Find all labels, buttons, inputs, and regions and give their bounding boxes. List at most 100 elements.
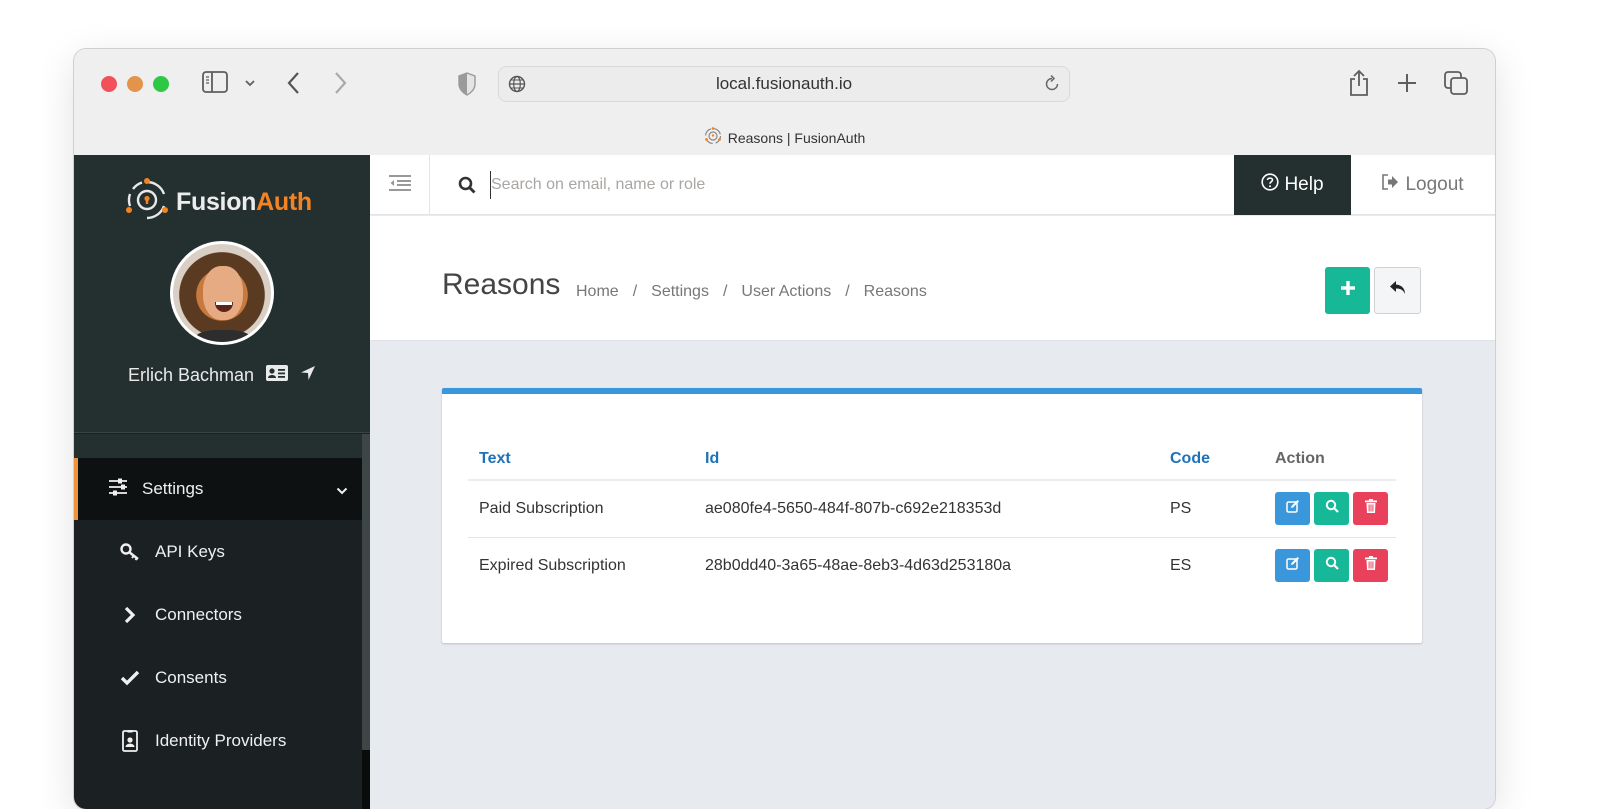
tab-overview-icon[interactable] [1444, 71, 1468, 95]
sidebar-header: FusionAuth Erlich Bachman [74, 155, 370, 433]
close-window-button[interactable] [101, 76, 117, 92]
delete-button[interactable] [1353, 492, 1388, 526]
trash-icon [1364, 499, 1377, 518]
cell-code: PS [1159, 480, 1264, 538]
column-header-action: Action [1264, 438, 1396, 481]
fusionauth-favicon-icon [704, 127, 722, 148]
browser-window: local.fusionauth.io Reasons | FusionAuth [74, 49, 1495, 809]
address-bar[interactable]: local.fusionauth.io [498, 66, 1070, 102]
chevron-down-icon[interactable] [244, 79, 256, 87]
sidebar: FusionAuth Erlich Bachman Settings API K… [74, 155, 370, 809]
breadcrumb: Home / Settings / User Actions / Reasons [576, 283, 927, 301]
active-tab[interactable]: Reasons | FusionAuth [74, 127, 1495, 148]
new-tab-icon[interactable] [1396, 72, 1418, 94]
sidebar-item-settings[interactable]: Settings [74, 458, 362, 520]
view-button[interactable] [1314, 492, 1349, 526]
breadcrumb-home[interactable]: Home [576, 283, 619, 301]
sidebar-item-api-keys[interactable]: API Keys [74, 520, 362, 583]
sidebar-toggle-icon[interactable] [202, 71, 228, 93]
column-header-text[interactable]: Text [468, 438, 694, 481]
sidebar-scrollbar-end [362, 750, 370, 809]
sidebar-nav: Settings API Keys Connectors Consents Id… [74, 434, 362, 809]
minimize-window-button[interactable] [127, 76, 143, 92]
sidebar-item-label: Consents [155, 667, 227, 687]
cell-actions [1264, 537, 1396, 594]
outdent-icon [388, 174, 411, 196]
reasons-table: Text Id Code Action Paid Subscription ae… [468, 438, 1396, 594]
breadcrumb-settings[interactable]: Settings [651, 283, 709, 301]
edit-button[interactable] [1275, 549, 1310, 583]
sidebar-item-connectors[interactable]: Connectors [74, 583, 362, 646]
fusionauth-logo-icon [124, 177, 170, 228]
sidebar-item-label: API Keys [155, 541, 225, 561]
id-card-icon[interactable] [266, 365, 289, 386]
table-row: Expired Subscription 28b0dd40-3a65-48ae-… [468, 537, 1396, 594]
help-button[interactable]: Help [1234, 155, 1351, 215]
user-name[interactable]: Erlich Bachman [128, 365, 254, 386]
user-info: Erlich Bachman [74, 365, 370, 386]
logout-label: Logout [1405, 174, 1464, 195]
browser-toolbar: local.fusionauth.io Reasons | FusionAuth [74, 49, 1495, 155]
sidebar-item-partial[interactable] [74, 434, 362, 458]
tab-title-text: Reasons | FusionAuth [727, 129, 866, 146]
reload-icon[interactable] [1043, 74, 1061, 99]
cell-id: ae080fe4-5650-484f-807b-c692e218353d [694, 480, 1159, 538]
reply-icon [1389, 281, 1406, 300]
add-reason-button[interactable] [1325, 267, 1370, 314]
fusionauth-logo[interactable]: FusionAuth [124, 177, 312, 228]
edit-button[interactable] [1275, 492, 1310, 526]
privacy-shield-icon[interactable] [457, 72, 477, 96]
cell-text: Expired Subscription [479, 556, 626, 574]
plus-icon [1340, 281, 1355, 300]
menu-toggle-button[interactable] [370, 155, 430, 215]
top-bar: Help Logout [370, 155, 1495, 215]
maximize-window-button[interactable] [153, 76, 169, 92]
location-arrow-icon[interactable] [300, 365, 316, 386]
back-button[interactable] [1374, 267, 1421, 314]
breadcrumb-reasons: Reasons [863, 283, 927, 300]
cell-actions [1264, 480, 1396, 538]
breadcrumb-separator: / [845, 283, 850, 300]
sidebar-scrollbar[interactable] [362, 434, 370, 750]
search-input[interactable] [490, 171, 1190, 199]
edit-icon [1285, 556, 1300, 575]
edit-icon [1285, 499, 1300, 518]
column-header-code[interactable]: Code [1159, 438, 1264, 481]
breadcrumb-separator: / [722, 283, 728, 300]
globe-icon [508, 75, 526, 98]
view-button[interactable] [1314, 549, 1349, 583]
breadcrumb-user-actions[interactable]: User Actions [741, 283, 831, 301]
url-text: local.fusionauth.io [715, 74, 853, 93]
reasons-panel: Text Id Code Action Paid Subscription ae… [442, 388, 1422, 643]
sidebar-item-label: Connectors [155, 604, 242, 624]
table-header-row: Text Id Code Action [468, 438, 1396, 481]
back-nav-icon[interactable] [286, 71, 300, 95]
sidebar-item-label: Settings [142, 479, 204, 498]
search-icon [458, 176, 476, 199]
help-label: Help [1284, 174, 1324, 195]
sidebar-item-identity-providers[interactable]: Identity Providers [74, 709, 362, 772]
key-icon [119, 542, 141, 561]
trash-icon [1364, 556, 1377, 575]
share-icon[interactable] [1348, 69, 1370, 97]
chevron-right-icon [119, 606, 141, 624]
avatar[interactable] [170, 241, 274, 345]
search-icon [1325, 556, 1339, 575]
fusionauth-wordmark: FusionAuth [176, 188, 312, 216]
delete-button[interactable] [1353, 549, 1388, 583]
cell-text: Paid Subscription [468, 480, 694, 538]
chevron-down-icon[interactable] [336, 480, 348, 500]
cell-id: 28b0dd40-3a65-48ae-8eb3-4d63d253180a [705, 556, 1012, 574]
table-row: Paid Subscription ae080fe4-5650-484f-807… [468, 480, 1396, 538]
forward-nav-icon[interactable] [334, 71, 348, 95]
column-header-id[interactable]: Id [694, 438, 1159, 481]
cell-code: ES [1170, 556, 1192, 574]
logout-button[interactable]: Logout [1360, 155, 1485, 215]
page-title: Reasons [442, 268, 561, 301]
sidebar-item-consents[interactable]: Consents [74, 646, 362, 709]
sign-out-icon [1381, 174, 1399, 196]
breadcrumb-separator: / [632, 283, 638, 300]
sliders-icon [108, 478, 128, 501]
question-circle-icon [1261, 173, 1280, 197]
main-content: Help Logout Reasons Home / Settings / Us… [370, 155, 1495, 809]
